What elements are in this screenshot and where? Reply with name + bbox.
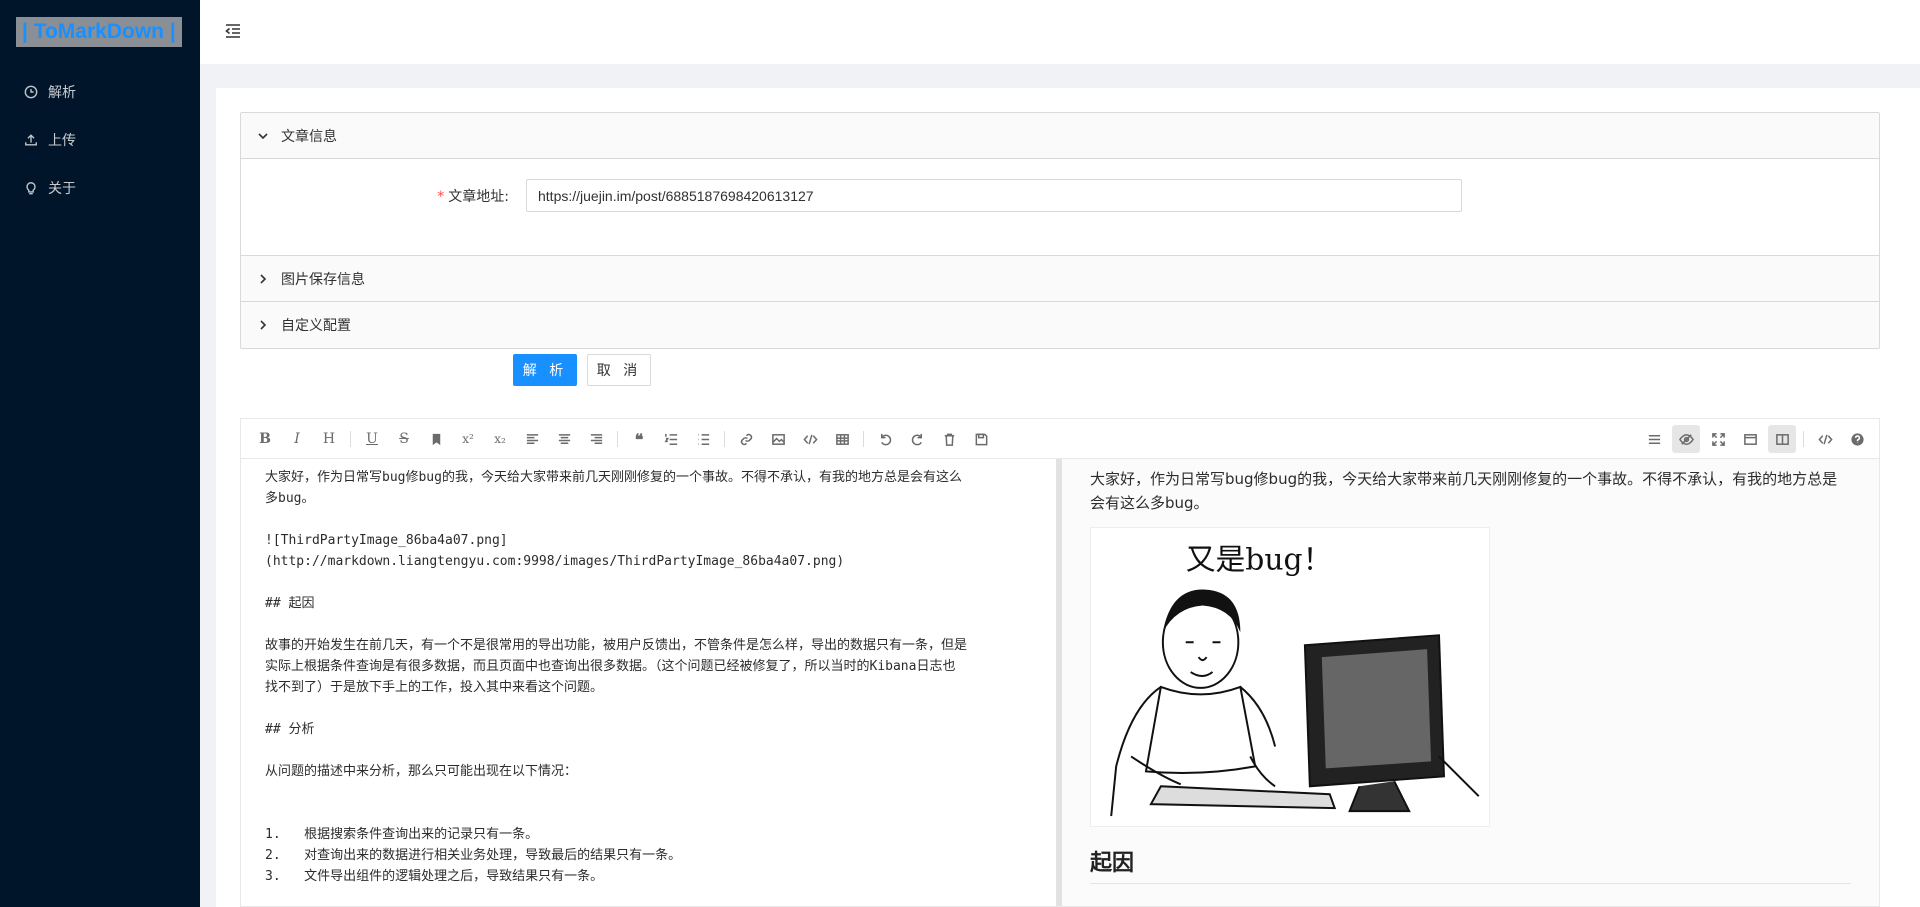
panel-article-info-header[interactable]: 文章信息 <box>241 113 1879 159</box>
preview-image-meme: 又是bug！ <box>1090 527 1490 827</box>
heading-button[interactable]: H <box>315 425 343 453</box>
sidebar-item-upload[interactable]: 上传 <box>0 116 200 164</box>
panel-custom-config-header[interactable]: 自定义配置 <box>241 302 1879 348</box>
preview-toggle-icon[interactable] <box>1672 425 1700 453</box>
markdown-editor: B I H U S x² x₂ ❝ 大家好，作为日常写bug修bug的我，今天给… <box>240 418 1880 907</box>
source-line: ![ThirdPartyImage_86ba4a07.png] <box>265 533 508 548</box>
panel-title: 自定义配置 <box>281 318 351 334</box>
panel-article-info-body: * 文章地址: <box>241 159 1879 256</box>
article-url-label: * 文章地址: <box>437 187 509 207</box>
source-line: 实际上根据条件查询是有很多数据，而且页面中也查询出很多数据。（这个问题已经被修复… <box>265 659 956 674</box>
underline-button[interactable]: U <box>358 425 386 453</box>
source-line: 多bug。 <box>265 491 315 506</box>
italic-button[interactable]: I <box>283 425 311 453</box>
toolbar-right <box>1638 419 1873 459</box>
markdown-preview-pane: 大家好，作为日常写bug修bug的我，今天给大家带来前几天刚刚修复的一个事故。不… <box>1062 459 1879 906</box>
source-line: 1. 根据搜索条件查询出来的记录只有一条。 <box>265 827 539 842</box>
panel-title: 图片保存信息 <box>281 271 365 288</box>
chevron-right-icon <box>257 273 269 285</box>
sidebar-item-label: 解析 <box>48 85 76 101</box>
sidebar-item-about[interactable]: 关于 <box>0 164 200 212</box>
subscript-button[interactable]: x₂ <box>486 425 514 453</box>
bookmark-icon[interactable] <box>422 425 450 453</box>
chevron-down-icon <box>257 130 269 142</box>
toolbar-divider <box>1803 431 1804 447</box>
chevron-right-icon <box>257 319 269 331</box>
source-code-icon[interactable] <box>1811 425 1839 453</box>
app-logo[interactable]: | ToMarkDown | <box>16 17 182 47</box>
toolbar-divider <box>863 431 864 447</box>
quote-icon[interactable]: ❝ <box>625 425 653 453</box>
upload-icon <box>25 134 37 146</box>
table-icon[interactable] <box>828 425 856 453</box>
align-right-icon[interactable] <box>582 425 610 453</box>
cancel-button[interactable]: 取 消 <box>587 354 651 386</box>
toolbar-divider <box>350 431 351 447</box>
window-icon[interactable] <box>1736 425 1764 453</box>
sidebar-item-parse[interactable]: 解析 <box>0 68 200 116</box>
code-icon[interactable] <box>796 425 824 453</box>
link-icon[interactable] <box>732 425 760 453</box>
clock-icon <box>24 85 38 99</box>
meme-illustration: 又是bug！ <box>1110 543 1480 817</box>
navigation-icon[interactable] <box>1640 425 1668 453</box>
required-mark: * <box>437 189 445 205</box>
fullscreen-icon[interactable] <box>1704 425 1732 453</box>
source-line: (http://markdown.liangtengyu.com:9998/im… <box>265 554 845 569</box>
ordered-list-icon[interactable] <box>657 425 685 453</box>
align-left-icon[interactable] <box>518 425 546 453</box>
article-url-label-text: 文章地址: <box>448 189 509 205</box>
settings-collapse: 文章信息 *文章地址: 图片保存信息 自定义配置 <box>240 112 1880 349</box>
preview-heading: 起因 <box>1090 845 1851 884</box>
align-center-icon[interactable] <box>550 425 578 453</box>
help-icon[interactable] <box>1843 425 1871 453</box>
toolbar-divider <box>617 431 618 447</box>
image-icon[interactable] <box>764 425 792 453</box>
source-line: ## 起因 <box>265 596 315 611</box>
meme-caption: 又是bug！ <box>1186 543 1333 578</box>
source-line: 3. 文件导出组件的逻辑处理之后，导致结果只有一条。 <box>265 869 604 884</box>
toolbar-left: B I H U S x² x₂ ❝ <box>249 419 997 459</box>
main-content: 文章信息 *文章地址: 图片保存信息 自定义配置 解 析 取 消 B I H U… <box>216 88 1920 907</box>
source-line: 故事的开始发生在前几天，有一个不是很常用的导出功能，被用户反馈出，不管条件是怎么… <box>265 638 968 653</box>
source-line: 找不到了）于是放下手上的工作，投入其中来看这个问题。 <box>265 680 604 695</box>
source-line: ## 分析 <box>265 722 315 737</box>
source-line: 从问题的描述中来分析，那么只可能出现在以下情况： <box>265 764 578 779</box>
editor-toolbar: B I H U S x² x₂ ❝ <box>241 419 1879 459</box>
unordered-list-icon[interactable] <box>689 425 717 453</box>
sidebar-item-label: 关于 <box>48 181 76 197</box>
sidebar-menu: 解析 上传 关于 <box>0 68 200 212</box>
source-line: 2. 对查询出来的数据进行相关业务处理，导致最后的结果只有一条。 <box>265 848 682 863</box>
panel-image-save-header[interactable]: 图片保存信息 <box>241 256 1879 302</box>
article-url-input[interactable] <box>526 179 1462 212</box>
source-line: 大家好，作为日常写bug修bug的我，今天给大家带来前几天刚刚修复的一个事故。不… <box>265 470 962 485</box>
panel-title: 文章信息 <box>281 128 337 145</box>
bold-button[interactable]: B <box>251 425 279 453</box>
trash-icon[interactable] <box>935 425 963 453</box>
sidebar-item-label: 上传 <box>48 133 76 149</box>
undo-icon[interactable] <box>871 425 899 453</box>
strikethrough-button[interactable]: S <box>390 425 418 453</box>
parse-button[interactable]: 解 析 <box>513 354 577 386</box>
markdown-source-pane[interactable]: 大家好，作为日常写bug修bug的我，今天给大家带来前几天刚刚修复的一个事故。不… <box>241 459 1056 906</box>
preview-paragraph: 大家好，作为日常写bug修bug的我，今天给大家带来前几天刚刚修复的一个事故。不… <box>1090 470 1838 512</box>
save-icon[interactable] <box>967 425 995 453</box>
subfield-icon[interactable] <box>1768 425 1796 453</box>
superscript-button[interactable]: x² <box>454 425 482 453</box>
toolbar-divider <box>724 431 725 447</box>
top-header <box>200 0 1920 64</box>
sidebar: | ToMarkDown | 解析 上传 关于 <box>0 0 200 907</box>
bulb-icon <box>26 182 36 195</box>
redo-icon[interactable] <box>903 425 931 453</box>
menu-fold-icon[interactable] <box>224 22 242 40</box>
